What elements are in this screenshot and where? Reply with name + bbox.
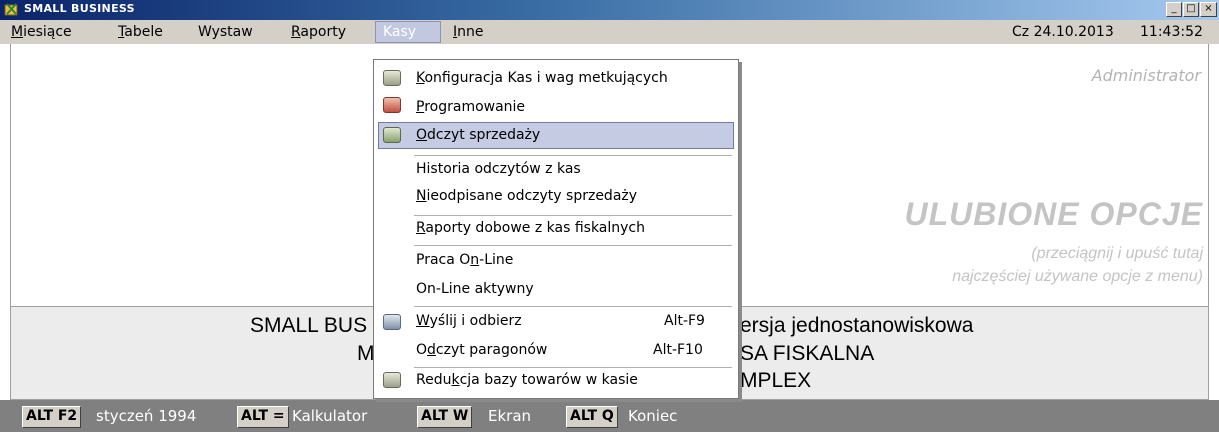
menu-item-historia[interactable]: Historia odczytów z kas	[416, 161, 581, 177]
menu-item-programowanie[interactable]: Programowanie	[416, 99, 525, 115]
menu-wystaw[interactable]: Wystaw	[198, 24, 253, 40]
info-line1-right: ersja jednostanowiskowa	[740, 314, 974, 337]
menu-miesiace[interactable]: Miesiące	[11, 24, 72, 40]
close-button[interactable]: ×	[1200, 2, 1217, 17]
favorites-hint-line1: (przeciągnij i upuść tutaj	[1031, 245, 1203, 262]
hotkey-alt-w[interactable]: ALT W	[417, 406, 473, 428]
menu-raporty[interactable]: Raporty	[291, 24, 346, 40]
menu-separator	[414, 215, 732, 216]
info-line3-right: MPLEX	[740, 369, 812, 392]
time-display: 11:43:52	[1140, 24, 1203, 40]
hotkey-alt-q-label: Koniec	[628, 407, 678, 425]
user-label: Administrator	[1091, 66, 1201, 85]
shortcut-alt-f9: Alt-F9	[664, 313, 705, 329]
menu-item-odczyt-sprzedazy[interactable]: Odczyt sprzedaży	[416, 127, 540, 143]
menu-item-konfiguracja[interactable]: Konfiguracja Kas i wag metkujących	[416, 70, 668, 86]
menu-item-redukcja[interactable]: Redukcja bazy towarów w kasie	[416, 372, 638, 388]
menu-item-praca-online[interactable]: Praca On-Line	[416, 252, 513, 268]
info-line2-left: M	[357, 342, 375, 365]
favorites-hint-line2: najczęściej używane opcje z menu)	[952, 268, 1203, 285]
reduce-db-icon	[383, 372, 401, 388]
menu-separator	[414, 245, 732, 246]
menu-kasy[interactable]: Kasy	[383, 24, 416, 40]
maximize-button[interactable]: □	[1183, 2, 1199, 17]
menu-separator	[414, 155, 732, 156]
cash-register-icon	[383, 70, 401, 86]
sales-read-icon	[383, 127, 401, 143]
menu-tabele[interactable]: Tabele	[118, 24, 163, 40]
menu-separator	[414, 306, 732, 307]
date-display: Cz 24.10.2013	[1012, 24, 1114, 40]
menu-inne[interactable]: Inne	[453, 24, 484, 40]
menu-item-nieodpisane[interactable]: Nieodpisane odczyty sprzedaży	[416, 188, 637, 204]
favorites-title: ULUBIONE OPCJE	[904, 196, 1203, 232]
window-title: SMALL BUSINESS	[24, 2, 135, 15]
title-bar	[0, 0, 1219, 20]
menu-item-odczyt-paragonow[interactable]: Odczyt paragonów	[416, 342, 547, 358]
info-line1-left: SMALL BUS	[250, 314, 368, 337]
hotkey-alt-eq[interactable]: ALT =	[237, 406, 289, 428]
menu-item-online-aktywny[interactable]: On-Line aktywny	[416, 281, 534, 297]
hotkey-alt-q[interactable]: ALT Q	[566, 406, 618, 428]
app-icon	[4, 3, 18, 16]
programming-icon	[383, 97, 401, 113]
hotkey-alt-f2[interactable]: ALT F2	[22, 406, 82, 428]
send-receive-icon	[383, 314, 401, 330]
menu-item-wyslij-odbierz[interactable]: Wyślij i odbierz	[416, 313, 522, 329]
shortcut-alt-f10: Alt-F10	[653, 342, 703, 358]
hotkey-alt-f2-label: styczeń 1994	[96, 407, 197, 425]
minimize-button[interactable]: _	[1166, 2, 1182, 17]
menu-separator	[414, 367, 732, 368]
hotkey-alt-eq-label: Kalkulator	[292, 407, 368, 425]
menu-item-raporty-dobowe[interactable]: Raporty dobowe z kas fiskalnych	[416, 220, 645, 236]
info-line2-right: SA FISKALNA	[740, 342, 875, 365]
hotkey-alt-w-label: Ekran	[488, 407, 532, 425]
